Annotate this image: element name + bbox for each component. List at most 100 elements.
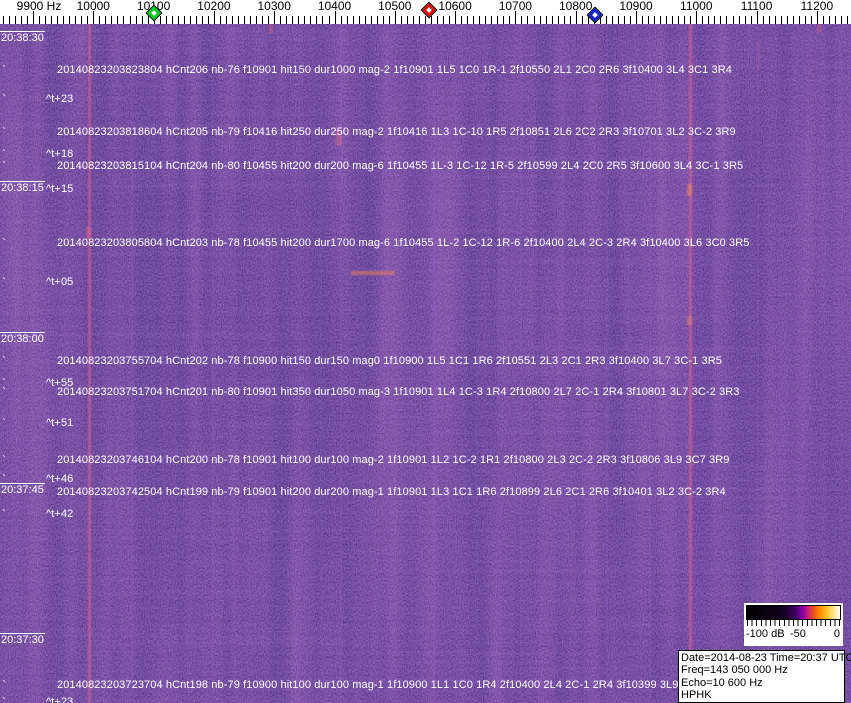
- ruler-minor-tick: [400, 16, 402, 24]
- ruler-minor-tick: [69, 16, 71, 24]
- ruler-minor-tick: [648, 16, 649, 24]
- ruler-minor-tick: [503, 16, 505, 24]
- ruler-minor-tick: [39, 16, 40, 24]
- ruler-minor-tick: [563, 16, 565, 24]
- ruler-minor-tick: [298, 16, 300, 24]
- ruler-minor-tick: [835, 16, 836, 24]
- ruler-minor-tick: [467, 16, 469, 24]
- event-detail-text: 20140823203746104 hCnt200 nb-78 f10901 h…: [57, 454, 730, 466]
- ruler-minor-tick: [268, 16, 270, 24]
- ruler-frequency-label: 9900 Hz: [16, 0, 62, 13]
- ruler-minor-tick: [678, 16, 680, 24]
- ruler-minor-tick: [587, 16, 589, 24]
- ruler-minor-tick: [111, 16, 113, 24]
- ruler-minor-tick: [660, 16, 662, 24]
- event-row-tick: `: [2, 275, 6, 289]
- time-label: 20:38:00: [1, 333, 44, 345]
- ruler-minor-tick: [533, 16, 535, 24]
- ruler-minor-tick: [406, 16, 408, 24]
- color-scale-ticks: [747, 620, 840, 626]
- ruler-minor-tick: [828, 16, 830, 24]
- ruler-minor-tick: [847, 16, 848, 24]
- ruler-frequency-label: 11100: [740, 0, 773, 13]
- event-row-tick: `: [2, 507, 6, 521]
- ruler-minor-tick: [292, 16, 294, 24]
- ruler-minor-tick: [129, 16, 131, 24]
- ruler-minor-tick: [57, 16, 59, 24]
- ruler-minor-tick: [744, 16, 746, 24]
- ruler-minor-tick: [352, 16, 354, 24]
- meteor-echo-spectrogram-window: 9900 Hz100001010010200103001040010500106…: [0, 0, 851, 703]
- ruler-minor-tick: [195, 16, 197, 24]
- ruler-minor-tick: [189, 16, 191, 24]
- event-time-mark: ^t+51: [46, 417, 74, 429]
- ruler-minor-tick: [310, 16, 312, 24]
- ruler-frequency-label: 11200: [800, 0, 834, 13]
- ruler-frequency-label: 10800: [559, 0, 593, 13]
- ruler-minor-tick: [654, 16, 656, 24]
- ruler-minor-tick: [485, 16, 487, 24]
- ruler-minor-tick: [14, 16, 16, 24]
- ruler-minor-tick: [611, 16, 613, 24]
- ruler-frequency-label: 10600: [438, 0, 472, 13]
- ruler-minor-tick: [27, 16, 28, 24]
- ruler-minor-tick: [714, 16, 716, 24]
- ruler-minor-tick: [219, 16, 221, 24]
- event-row-tick: `: [2, 92, 6, 106]
- event-row-tick: `: [2, 678, 6, 692]
- ruler-minor-tick: [135, 16, 137, 24]
- event-row-tick: `: [2, 125, 6, 139]
- ruler-minor-tick: [431, 16, 432, 24]
- ruler-minor-tick: [762, 16, 764, 24]
- red-diamond-marker[interactable]: [420, 1, 438, 19]
- ruler-minor-tick: [617, 16, 619, 24]
- ruler-minor-tick: [8, 16, 10, 24]
- ruler-minor-tick: [105, 16, 107, 24]
- event-detail-text: 20140823203815104 hCnt204 nb-80 f10455 h…: [57, 160, 744, 172]
- ruler-minor-tick: [286, 16, 288, 24]
- ruler-minor-tick: [804, 16, 806, 24]
- db-label-max: 0: [833, 628, 840, 640]
- ruler-minor-tick: [382, 16, 384, 24]
- ruler-frequency-label: 10500: [378, 0, 412, 13]
- ruler-minor-tick: [750, 16, 752, 24]
- info-box-line: HPHK: [681, 689, 712, 702]
- ruler-minor-tick: [557, 16, 559, 24]
- ruler-minor-tick: [581, 16, 583, 24]
- db-label-min: -100 dB: [746, 628, 785, 640]
- ruler-minor-tick: [732, 16, 734, 24]
- event-detail-text: 20140823203755704 hCnt202 nb-78 f10900 h…: [57, 355, 722, 367]
- status-info-box: Date=2014-08-23 Time=20:37 UTC Freq=143 0…: [678, 650, 851, 703]
- ruler-minor-tick: [780, 16, 782, 24]
- ruler-minor-tick: [569, 16, 571, 24]
- ruler-minor-tick: [328, 16, 330, 24]
- event-detail-text: 20140823203805804 hCnt203 nb-78 f10455 h…: [57, 237, 750, 249]
- ruler-minor-tick: [623, 16, 625, 24]
- ruler-minor-tick: [141, 16, 143, 24]
- event-row-tick: `: [2, 472, 6, 486]
- ruler-minor-tick: [630, 16, 631, 24]
- ruler-minor-tick: [418, 16, 420, 24]
- event-time-mark: ^t+18: [46, 148, 74, 160]
- ruler-minor-tick: [45, 16, 46, 24]
- ruler-minor-tick: [684, 16, 686, 24]
- ruler-minor-tick: [792, 16, 794, 24]
- ruler-minor-tick: [183, 16, 185, 24]
- ruler-minor-tick: [527, 16, 529, 24]
- event-row-tick: `: [2, 695, 6, 703]
- ruler-minor-tick: [841, 16, 842, 24]
- ruler-minor-tick: [358, 16, 360, 24]
- event-detail-text: 20140823203818604 hCnt205 nb-79 f10416 h…: [57, 126, 736, 138]
- event-time-mark: ^t+23: [46, 696, 74, 703]
- ruler-minor-tick: [51, 16, 53, 24]
- ruler-minor-tick: [63, 16, 65, 24]
- ruler-minor-tick: [424, 16, 426, 24]
- ruler-minor-tick: [437, 16, 438, 24]
- ruler-minor-tick: [605, 16, 607, 24]
- ruler-minor-tick: [370, 16, 372, 24]
- ruler-frequency-label: 10300: [257, 0, 291, 13]
- frequency-ruler[interactable]: 9900 Hz100001010010200103001040010500106…: [0, 0, 851, 24]
- ruler-minor-tick: [774, 16, 776, 24]
- color-gradient-bar: [746, 605, 841, 620]
- ruler-minor-tick: [822, 16, 824, 24]
